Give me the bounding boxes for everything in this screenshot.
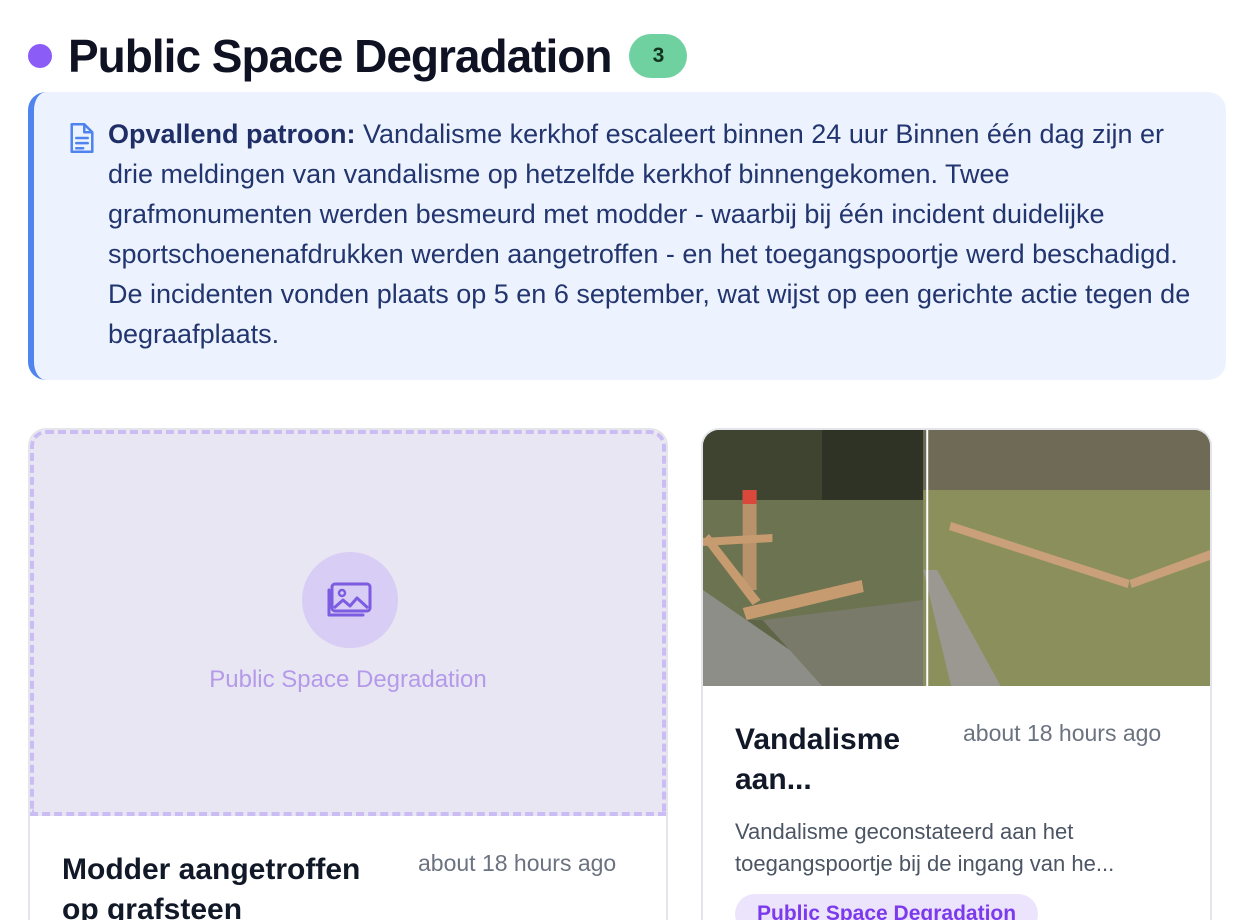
image-placeholder: Public Space Degradation: [30, 430, 666, 816]
callout-label: Opvallend patroon:: [108, 119, 356, 149]
page: Public Space Degradation 3 Opvallend pat…: [0, 0, 1256, 920]
count-badge: 3: [629, 34, 688, 78]
callout-body: Vandalisme kerkhof escaleert binnen 24 u…: [108, 119, 1191, 349]
card-timestamp: about 18 hours ago: [963, 720, 1162, 746]
card-timestamp: about 18 hours ago: [418, 850, 617, 876]
section-header: Public Space Degradation 3: [28, 28, 688, 84]
placeholder-label: Public Space Degradation: [209, 666, 487, 693]
card-description: Vandalisme geconstateerd aan het toegang…: [735, 819, 1115, 876]
card-title[interactable]: Vandalisme aan...: [735, 720, 935, 800]
image-icon: [327, 582, 372, 617]
category-tag[interactable]: Public Space Degradation: [735, 894, 1039, 920]
pattern-callout: Opvallend patroon: Vandalisme kerkhof es…: [28, 92, 1226, 380]
placeholder-icon-circle: [302, 552, 398, 648]
incident-photo: [703, 430, 1210, 686]
incident-card[interactable]: Public Space Degradation Modder aangetro…: [28, 428, 668, 920]
incident-card[interactable]: Vandalisme aan... about 18 hours ago Van…: [701, 428, 1212, 920]
card-title[interactable]: Modder aangetroffen op grafsteen: [62, 850, 402, 920]
callout-text: Opvallend patroon: Vandalisme kerkhof es…: [108, 114, 1208, 354]
page-title: Public Space Degradation: [68, 30, 612, 82]
document-icon: [70, 123, 94, 153]
category-dot: [28, 44, 52, 68]
